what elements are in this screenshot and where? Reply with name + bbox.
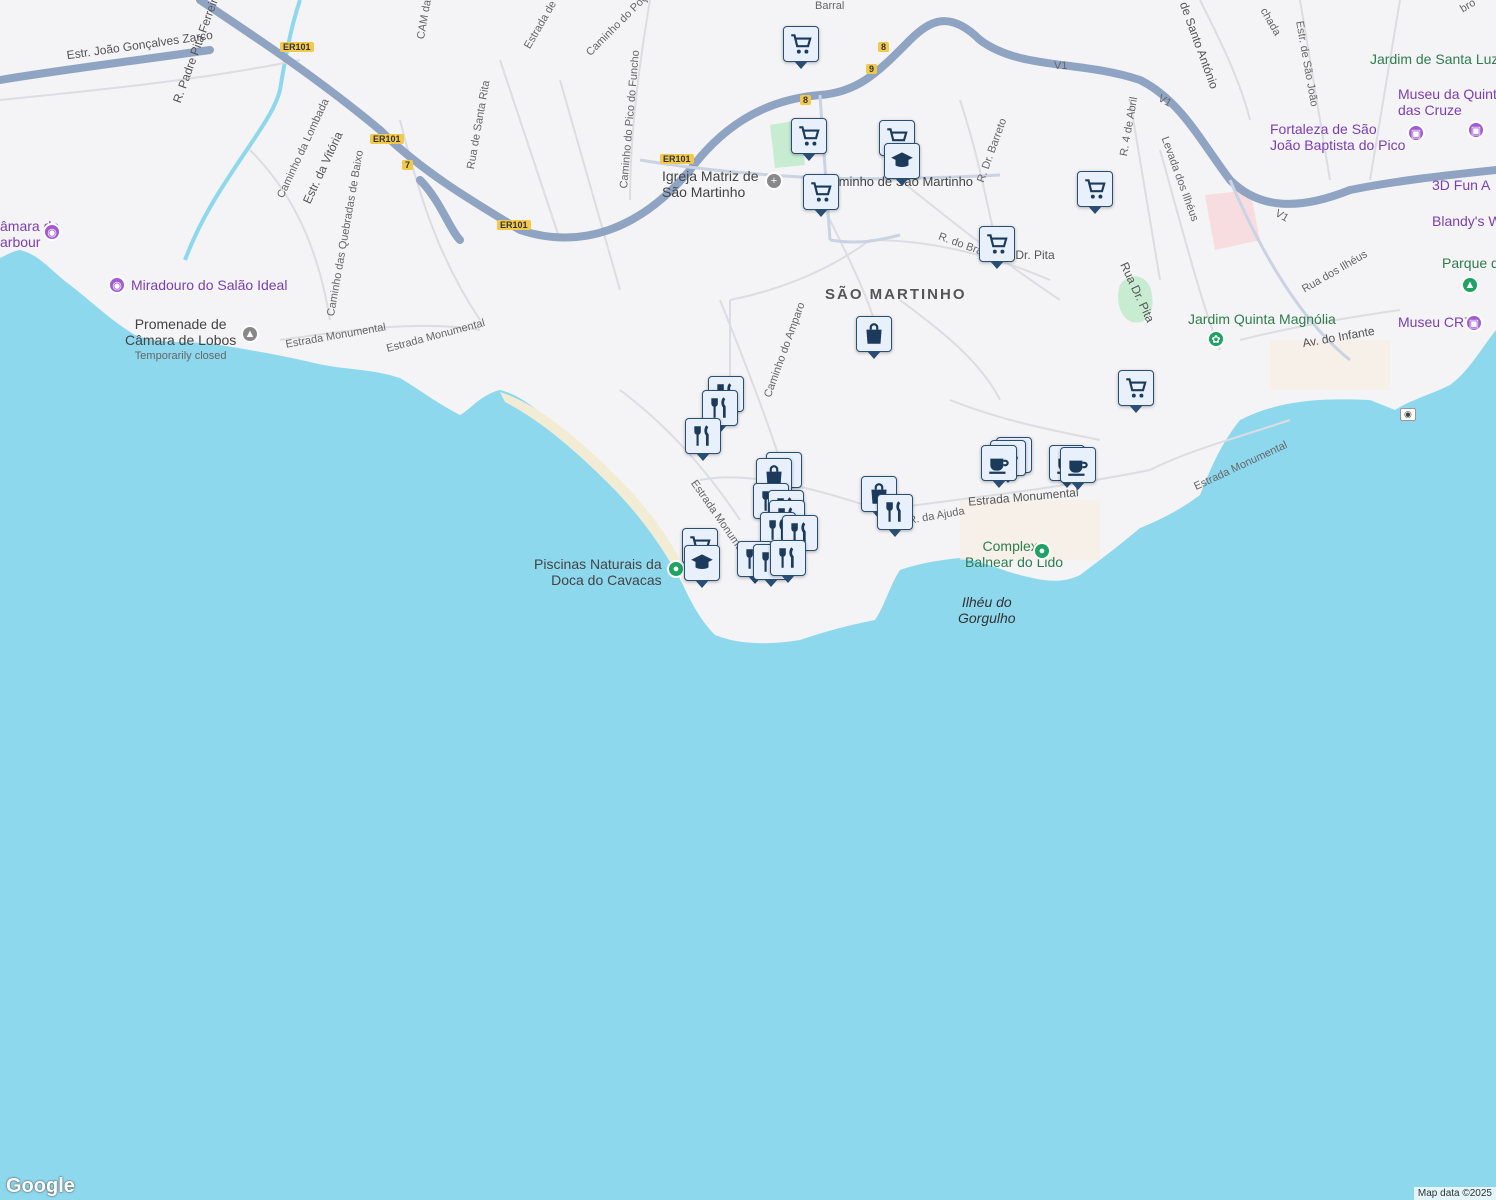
place-label[interactable]: Igreja Matriz de São Martinho (662, 168, 758, 200)
museum-icon[interactable]: ▣ (1407, 124, 1425, 142)
place-label[interactable]: Fortaleza de São João Baptista do Pico (1270, 121, 1405, 153)
place-label[interactable]: Parque d (1442, 255, 1496, 271)
shopping-cart-pin[interactable] (791, 118, 827, 154)
shopping-cart-icon (1085, 179, 1106, 199)
shopping-cart-pin[interactable] (979, 226, 1015, 262)
place-label-line: Câmara de Lobos (125, 332, 237, 348)
road-shield: 9 (866, 64, 878, 74)
restaurant-icon (779, 547, 794, 568)
map-attribution[interactable]: Map data ©2025 (1413, 1187, 1496, 1200)
camera-icon[interactable]: ◉ (43, 223, 61, 241)
road-shield: 7 (402, 160, 414, 170)
coffee-icon (1068, 460, 1088, 476)
road-shield: ER101 (660, 154, 694, 164)
graduation-cap-pin[interactable] (884, 143, 920, 179)
place-label-line: Doca do Cavacas (551, 572, 662, 588)
restaurant-icon (886, 501, 901, 522)
island-label: Ilhéu do Gorgulho (958, 594, 1016, 626)
graduation-cap-icon (691, 554, 713, 569)
place-label[interactable]: Museu da Quint das Cruze (1398, 86, 1496, 118)
camera-icon[interactable]: ◉ (108, 276, 126, 294)
place-label[interactable]: Promenade de Câmara de Lobos Temporarily… (125, 316, 236, 364)
restaurant-pin[interactable] (770, 540, 806, 576)
shopping-bag-icon (866, 323, 882, 344)
road-shield: ER101 (280, 42, 314, 52)
shopping-cart-icon (791, 34, 812, 54)
shopping-cart-pin[interactable] (1118, 370, 1154, 406)
garden-icon[interactable]: ✿ (1207, 330, 1225, 348)
shopping-cart-icon (1126, 378, 1147, 398)
road-shield: 8 (878, 42, 890, 52)
place-label[interactable]: Jardim de Santa Luz (1370, 51, 1496, 67)
church-icon[interactable]: + (765, 172, 783, 190)
road-shield: ER101 (497, 220, 531, 230)
google-logo: Google (6, 1175, 75, 1197)
shopping-cart-pin[interactable] (1077, 171, 1113, 207)
restaurant-pin[interactable] (877, 494, 913, 530)
place-label-line: Museu da Quint (1398, 86, 1496, 102)
museum-icon[interactable]: ▣ (1465, 314, 1483, 332)
island-label-line: Ilhéu do (961, 594, 1012, 610)
place-label[interactable]: Museu CR7 (1398, 314, 1472, 330)
coffee-icon (989, 458, 1009, 474)
shopping-cart-pin[interactable] (783, 26, 819, 62)
place-label-line: Promenade de (134, 316, 227, 332)
place-label[interactable]: Miradouro do Salão Ideal (131, 277, 287, 293)
road-label: Barral (815, 0, 845, 12)
ferry-badge: ◉ (1400, 408, 1416, 421)
graduation-cap-icon (891, 152, 913, 167)
shopping-cart-icon (987, 234, 1008, 254)
island-label-line: Gorgulho (958, 610, 1016, 626)
pool-icon[interactable]: ● (1033, 542, 1051, 560)
park-icon[interactable]: ▲ (241, 325, 259, 343)
road-shield: 8 (800, 95, 812, 105)
restaurant-pin[interactable] (685, 418, 721, 454)
restaurant-icon (694, 425, 709, 446)
place-label-line: Fortaleza de São (1270, 121, 1377, 137)
urban-patch (1270, 340, 1390, 390)
coffee-pin[interactable] (981, 445, 1017, 481)
area-label: SÃO MARTINHO (825, 286, 967, 303)
shopping-bag-pin[interactable] (856, 316, 892, 352)
road-shield: ER101 (370, 134, 404, 144)
shopping-cart-icon (811, 182, 832, 202)
shopping-cart-icon (799, 126, 820, 146)
place-label-line: Igreja Matriz de (662, 168, 759, 184)
place-label[interactable]: Jardim Quinta Magnólia (1188, 311, 1336, 327)
place-label[interactable]: Blandy's Wine (1432, 213, 1496, 229)
road-label: V1 (1054, 60, 1068, 72)
museum-icon[interactable]: ▣ (1467, 121, 1485, 139)
coffee-pin[interactable] (1060, 447, 1096, 483)
place-label-line: das Cruze (1398, 102, 1462, 118)
shopping-cart-pin[interactable] (803, 174, 839, 210)
place-label-line: João Baptista do Pico (1270, 137, 1406, 153)
place-label[interactable]: Piscinas Naturais da Doca do Cavacas (534, 556, 662, 588)
place-label-line: São Martinho (662, 184, 746, 200)
park-icon[interactable]: ▲ (1461, 276, 1479, 294)
place-status: Temporarily closed (134, 350, 227, 362)
map-canvas[interactable]: ER101 ER101 ER101 ER101 8 8 9 7 Estr. Jo… (0, 0, 1496, 1200)
place-label[interactable]: 3D Fun A (1432, 177, 1490, 193)
graduation-cap-pin[interactable] (684, 545, 720, 581)
place-label-line: Piscinas Naturais da (534, 556, 662, 572)
